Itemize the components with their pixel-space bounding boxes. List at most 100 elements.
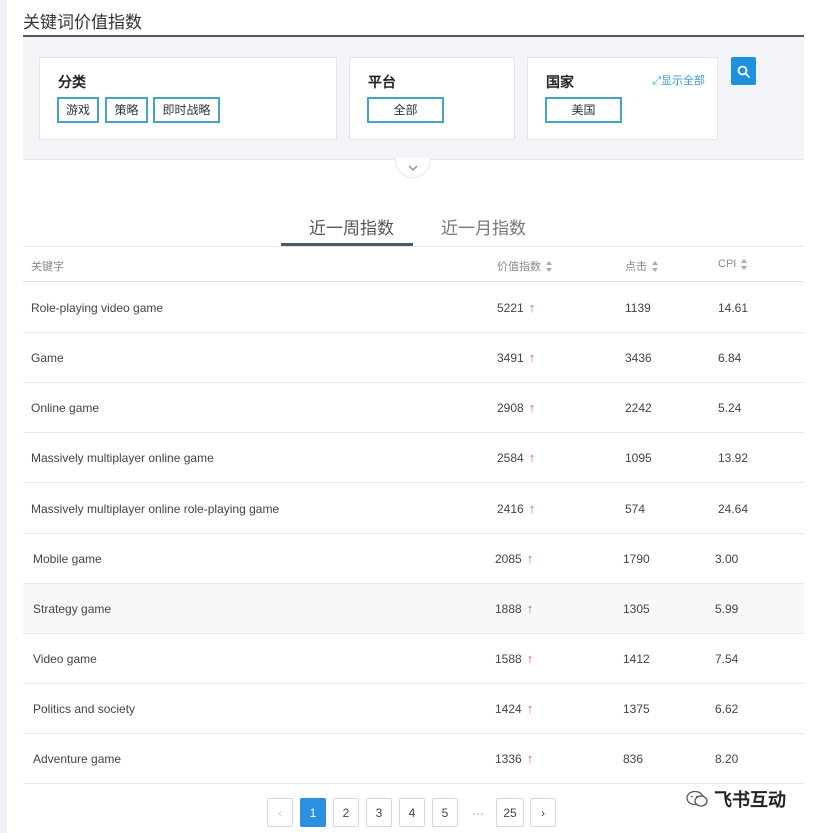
chevron-down-icon xyxy=(408,165,418,171)
clicks-cell-text: 1305 xyxy=(623,602,650,616)
keyword-cell: Adventure game xyxy=(33,734,121,784)
column-header-clicks[interactable]: 点击 xyxy=(625,258,659,274)
watermark: 飞书互动 xyxy=(686,786,786,812)
keyword-cell-text: Mobile game xyxy=(33,552,102,566)
arrow-up-icon: ↑ xyxy=(526,701,534,716)
expand-filters-button[interactable] xyxy=(395,158,431,178)
tab-divider xyxy=(23,246,804,247)
cpi-cell-text: 6.84 xyxy=(718,351,742,365)
page-button-2[interactable]: 2 xyxy=(333,798,359,827)
keyword-cell: Massively multiplayer online game xyxy=(31,433,214,483)
clicks-cell-text: 1375 xyxy=(623,702,650,716)
keyword-cell: Video game xyxy=(33,634,97,684)
page-button-3[interactable]: 3 xyxy=(366,798,392,827)
keyword-cell: Online game xyxy=(31,383,99,433)
filter-panel: 分类 游戏 策略 即时战略 平台 全部 国家 ⤢显示全部 美国 xyxy=(23,37,804,160)
expand-icon: ⤢ xyxy=(652,75,661,87)
page-button-5[interactable]: 5 xyxy=(432,798,458,827)
cpi-cell: 6.84 xyxy=(718,333,741,383)
table-row[interactable]: Adventure game 1336 ↑ 836 8.20 xyxy=(23,734,804,784)
keyword-cell-text: Online game xyxy=(31,401,100,415)
cpi-cell-text: 5.24 xyxy=(718,401,742,415)
value-index-cell: 2584 ↑ xyxy=(497,433,535,483)
next-page-button[interactable]: › xyxy=(530,798,556,827)
category-filter-card: 分类 游戏 策略 即时战略 xyxy=(39,57,337,140)
clicks-cell-text: 1095 xyxy=(625,451,652,465)
cpi-cell-text: 5.99 xyxy=(715,602,739,616)
show-all-label: 显示全部 xyxy=(661,75,705,87)
clicks-cell: 2242 xyxy=(625,383,652,433)
table-row[interactable]: Politics and society 1424 ↑ 1375 6.62 xyxy=(23,684,804,734)
value-index-cell: 1424 ↑ xyxy=(495,684,533,734)
cpi-cell-text: 13.92 xyxy=(718,451,749,465)
value-index-cell: 1336 ↑ xyxy=(495,734,533,784)
table-row[interactable]: Massively multiplayer online game 2584 ↑ 10… xyxy=(23,433,804,483)
keyword-cell: Massively multiplayer online role-playin… xyxy=(31,484,279,534)
category-tag-strategy[interactable]: 策略 xyxy=(105,97,148,123)
value-index-cell: 1888 ↑ xyxy=(495,584,533,634)
show-all-link[interactable]: ⤢显示全部 xyxy=(652,72,705,88)
cpi-cell-text: 7.54 xyxy=(715,652,739,666)
table-row[interactable]: Online game 2908 ↑ 2242 5.24 xyxy=(23,383,804,433)
country-tag-usa[interactable]: 美国 xyxy=(545,97,622,123)
keyword-cell-text: Video game xyxy=(33,652,97,666)
value-index-cell: 5221 ↑ xyxy=(497,283,535,333)
clicks-cell-text: 1412 xyxy=(623,652,650,666)
value-index-cell-text: 2416 xyxy=(497,502,524,516)
keyword-cell-text: Strategy game xyxy=(33,602,112,616)
page-button-1[interactable]: 1 xyxy=(300,798,326,827)
watermark-text: 飞书互动 xyxy=(714,790,786,810)
page-title: 关键词价值指数 xyxy=(23,13,142,32)
table-row[interactable]: Strategy game 1888 ↑ 1305 5.99 xyxy=(23,584,804,634)
platform-filter-title: 平台 xyxy=(368,74,396,90)
table-row[interactable]: Massively multiplayer online role-playin… xyxy=(23,484,804,534)
pagination-ellipsis: ··· xyxy=(472,805,484,820)
cpi-cell-text: 6.62 xyxy=(715,702,739,716)
column-header-value-index[interactable]: 价值指数 xyxy=(497,258,553,274)
tab-weekly-index[interactable]: 近一周指数 xyxy=(309,214,394,239)
category-tag-rts[interactable]: 即时战略 xyxy=(153,97,220,123)
value-index-cell: 3491 ↑ xyxy=(497,333,535,383)
sort-icon xyxy=(652,260,659,272)
arrow-up-icon: ↑ xyxy=(528,501,536,516)
cpi-cell: 3.00 xyxy=(715,534,738,584)
page-button-last[interactable]: 25 xyxy=(496,798,524,827)
prev-page-button[interactable]: ‹ xyxy=(267,798,293,827)
value-index-cell: 2416 ↑ xyxy=(497,484,535,534)
search-button[interactable] xyxy=(731,57,756,85)
left-edge-strip xyxy=(0,0,7,833)
keyword-cell: Strategy game xyxy=(33,584,111,634)
keyword-cell-text: Adventure game xyxy=(33,752,122,766)
country-filter-card: 国家 ⤢显示全部 美国 xyxy=(527,57,718,140)
value-index-cell-text: 2908 xyxy=(497,401,524,415)
clicks-cell: 1790 xyxy=(623,534,650,584)
column-header-cpi[interactable]: CPI xyxy=(718,258,748,270)
value-index-cell-text: 5221 xyxy=(497,301,524,315)
table-row[interactable]: Video game 1588 ↑ 1412 7.54 xyxy=(23,634,804,684)
clicks-cell-text: 836 xyxy=(623,752,644,766)
value-index-cell-text: 1588 xyxy=(495,652,522,666)
arrow-up-icon: ↑ xyxy=(526,601,534,616)
arrow-up-icon: ↑ xyxy=(528,400,536,415)
sort-icon xyxy=(546,260,553,272)
clicks-cell: 1375 xyxy=(623,684,650,734)
page-button-4[interactable]: 4 xyxy=(399,798,425,827)
country-filter-title: 国家 xyxy=(546,74,574,90)
value-index-cell-text: 3491 xyxy=(497,351,524,365)
platform-tag-all[interactable]: 全部 xyxy=(367,97,444,123)
sort-icon xyxy=(741,258,748,270)
tab-monthly-index[interactable]: 近一月指数 xyxy=(441,214,526,239)
column-header-keyword: 关键字 xyxy=(31,261,64,273)
cpi-cell-text: 14.61 xyxy=(718,301,749,315)
category-tag-games[interactable]: 游戏 xyxy=(57,97,99,123)
clicks-cell: 574 xyxy=(625,484,645,534)
clicks-cell-text: 1139 xyxy=(625,301,651,315)
cpi-cell-text: 3.00 xyxy=(715,552,739,566)
clicks-cell-text: 574 xyxy=(625,502,646,516)
table-row[interactable]: Mobile game 2085 ↑ 1790 3.00 xyxy=(23,534,804,584)
value-index-cell: 1588 ↑ xyxy=(495,634,533,684)
table-row[interactable]: Role-playing video game 5221 ↑ 1139 14.61 xyxy=(23,283,804,333)
table-row[interactable]: Game 3491 ↑ 3436 6.84 xyxy=(23,333,804,383)
keyword-cell: Game xyxy=(31,333,64,383)
keyword-cell-text: Massively multiplayer online game xyxy=(31,451,214,465)
